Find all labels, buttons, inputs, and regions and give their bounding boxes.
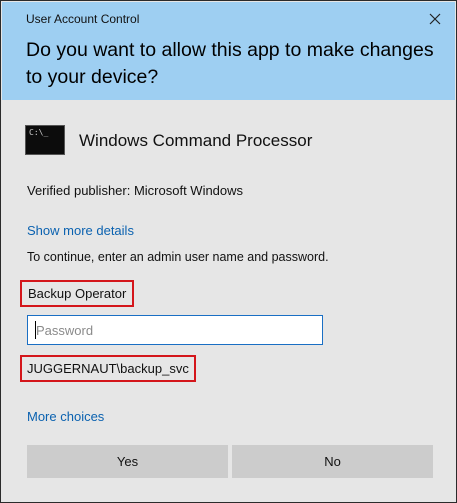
command-prompt-icon-text: C:\_	[29, 128, 49, 137]
close-icon	[429, 13, 441, 25]
credential-instruction: To continue, enter an admin user name an…	[27, 250, 329, 264]
username-label: Backup Operator	[20, 280, 135, 307]
account-domain-label: JUGGERNAUT\backup_svc	[20, 355, 196, 382]
password-input[interactable]	[27, 315, 323, 345]
show-more-details-link[interactable]: Show more details	[27, 223, 134, 238]
close-button[interactable]	[422, 8, 448, 30]
uac-dialog: User Account Control Do you want to allo…	[0, 0, 457, 503]
prompt-question: Do you want to allow this app to make ch…	[26, 39, 434, 88]
text-caret	[35, 321, 36, 339]
window-title: User Account Control	[26, 12, 140, 26]
app-name: Windows Command Processor	[79, 131, 313, 150]
more-choices-link[interactable]: More choices	[27, 409, 104, 424]
yes-button[interactable]: Yes	[27, 445, 228, 478]
no-button[interactable]: No	[232, 445, 433, 478]
verified-publisher: Verified publisher: Microsoft Windows	[27, 183, 244, 198]
dialog-header: User Account Control Do you want to allo…	[2, 2, 455, 100]
command-prompt-icon: C:\_	[25, 125, 65, 155]
